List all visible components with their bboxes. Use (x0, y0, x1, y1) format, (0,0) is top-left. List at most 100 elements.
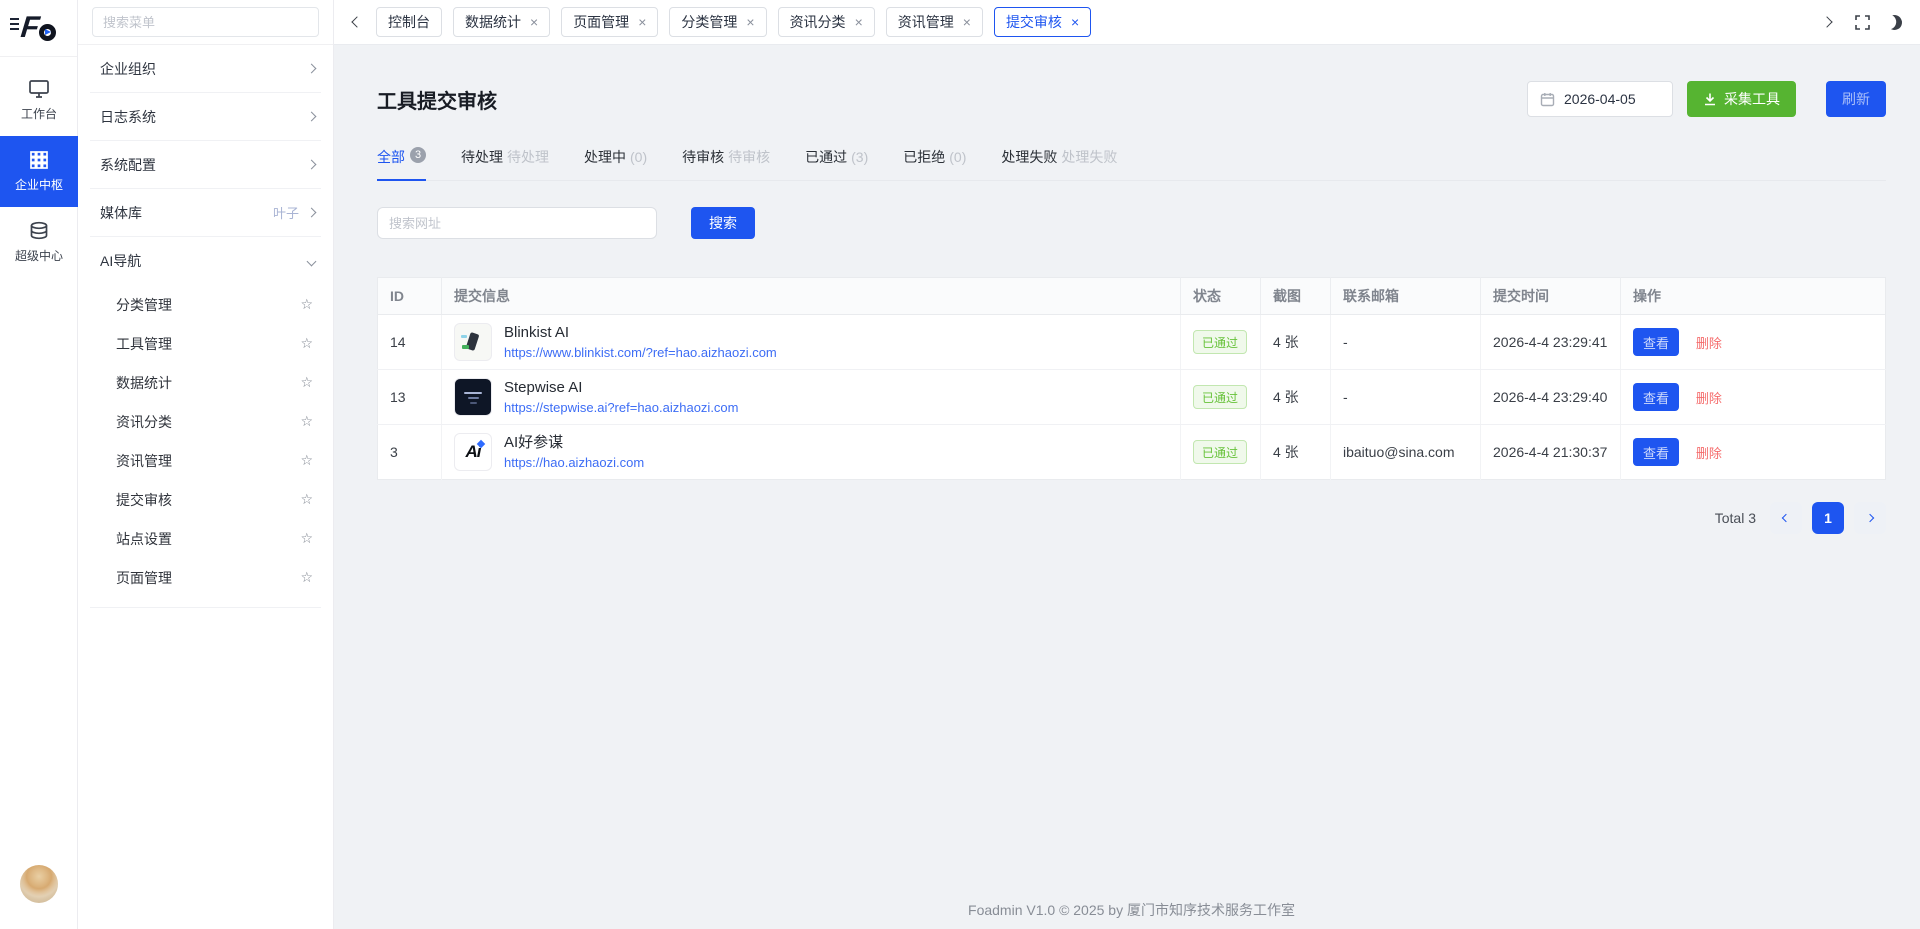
tabs-scroll-right-button[interactable] (1816, 8, 1838, 36)
menu-list: 企业组织 日志系统 系统配置 媒体库 叶子 AI导航 (78, 45, 333, 608)
tab-news-category[interactable]: 资讯分类 × (778, 7, 875, 37)
download-icon (1703, 92, 1717, 106)
status-filter-tabs: 全部3 待处理待处理 处理中(0) 待审核待审核 已通过(3) 已拒绝(0) (377, 147, 1886, 181)
tool-url-link[interactable]: https://stepwise.ai?ref=hao.aizhaozi.com (504, 400, 739, 415)
cell-screenshots: 4 张 (1261, 315, 1331, 370)
menu-item-site-settings[interactable]: 站点设置 ☆ (90, 519, 321, 558)
date-value: 2026-04-05 (1564, 91, 1636, 107)
user-avatar[interactable] (20, 865, 58, 903)
tab-console[interactable]: 控制台 (376, 7, 442, 37)
tab-label: 提交审核 (1006, 12, 1062, 32)
submenu-item-label: 资讯分类 (116, 412, 172, 432)
col-header-email: 联系邮箱 (1331, 278, 1481, 315)
col-header-status: 状态 (1181, 278, 1261, 315)
main-area: 控制台 数据统计 × 页面管理 × 分类管理 × 资讯分类 × (334, 0, 1920, 929)
filter-tab-all[interactable]: 全部3 (377, 147, 426, 180)
tool-url-link[interactable]: https://hao.aizhaozi.com (504, 455, 644, 470)
star-icon[interactable]: ☆ (300, 375, 313, 391)
filter-tab-approved[interactable]: 已通过(3) (805, 147, 868, 180)
page-number-button[interactable]: 1 (1812, 502, 1844, 534)
close-icon[interactable]: × (746, 15, 754, 29)
view-button[interactable]: 查看 (1633, 438, 1679, 466)
filter-tab-rejected[interactable]: 已拒绝(0) (903, 147, 966, 180)
chevron-right-icon (1821, 16, 1832, 27)
tab-label: 数据统计 (465, 12, 521, 32)
close-icon[interactable]: × (530, 15, 538, 29)
date-picker[interactable]: 2026-04-05 (1527, 81, 1673, 117)
menu-item-news-category[interactable]: 资讯分类 ☆ (90, 402, 321, 441)
tab-news-mgmt[interactable]: 资讯管理 × (886, 7, 983, 37)
tool-thumbnail: Ai (454, 433, 492, 471)
cell-id: 13 (378, 370, 442, 425)
tabs-scroll-left-button[interactable] (346, 8, 368, 36)
menu-item-data-stats[interactable]: 数据统计 ☆ (90, 363, 321, 402)
menu-search-input[interactable] (92, 7, 319, 37)
pagination: Total 3 1 (377, 502, 1886, 534)
app-logo[interactable]: F (0, 0, 77, 57)
menu-item-tool-mgmt[interactable]: 工具管理 ☆ (90, 324, 321, 363)
filter-tab-processing[interactable]: 处理中(0) (584, 147, 647, 180)
chevron-left-icon (351, 16, 362, 27)
star-icon[interactable]: ☆ (300, 414, 313, 430)
dark-mode-moon-icon[interactable] (1885, 12, 1905, 32)
col-header-submission-info: 提交信息 (442, 278, 1181, 315)
cell-submit-time: 2026-4-4 23:29:41 (1481, 315, 1621, 370)
view-button[interactable]: 查看 (1633, 383, 1679, 411)
menu-item-log-system[interactable]: 日志系统 (90, 93, 321, 141)
delete-link[interactable]: 删除 (1696, 391, 1722, 406)
filter-tab-pending[interactable]: 待处理待处理 (461, 147, 549, 180)
collect-tools-button[interactable]: 采集工具 (1687, 81, 1796, 117)
menu-item-label: 系统配置 (100, 155, 156, 175)
prev-page-button[interactable] (1770, 502, 1802, 534)
tool-url-link[interactable]: https://www.blinkist.com/?ref=hao.aizhao… (504, 345, 777, 360)
star-icon[interactable]: ☆ (300, 336, 313, 352)
tab-label: 分类管理 (681, 12, 737, 32)
close-icon[interactable]: × (638, 15, 646, 29)
close-icon[interactable]: × (963, 15, 971, 29)
next-page-button[interactable] (1854, 502, 1886, 534)
filter-tab-failed[interactable]: 处理失败处理失败 (1001, 147, 1117, 180)
tool-name: AI好参谋 (504, 434, 644, 453)
refresh-button[interactable]: 刷新 (1826, 81, 1886, 117)
cell-email: - (1331, 370, 1481, 425)
menu-item-category-mgmt[interactable]: 分类管理 ☆ (90, 285, 321, 324)
page-title: 工具提交审核 (377, 85, 497, 114)
url-search-input[interactable] (377, 207, 657, 239)
filter-tab-awaiting-review[interactable]: 待审核待审核 (682, 147, 770, 180)
star-icon[interactable]: ☆ (300, 492, 313, 508)
sidebar-item-enterprise-hub[interactable]: 企业中枢 (0, 136, 78, 207)
grid-icon (29, 150, 49, 170)
menu-item-enterprise-org[interactable]: 企业组织 (90, 45, 321, 93)
tab-label: 控制台 (388, 12, 430, 32)
star-icon[interactable]: ☆ (300, 297, 313, 313)
menu-item-system-config[interactable]: 系统配置 (90, 141, 321, 189)
search-button[interactable]: 搜索 (691, 207, 755, 239)
icon-sidebar: F 工作台 企业中枢 (0, 0, 78, 929)
star-icon[interactable]: ☆ (300, 531, 313, 547)
sidebar-item-label: 超级中心 (15, 247, 63, 264)
view-button[interactable]: 查看 (1633, 328, 1679, 356)
close-icon[interactable]: × (855, 15, 863, 29)
menu-item-news-mgmt[interactable]: 资讯管理 ☆ (90, 441, 321, 480)
menu-item-page-mgmt[interactable]: 页面管理 ☆ (90, 558, 321, 597)
star-icon[interactable]: ☆ (300, 453, 313, 469)
star-icon[interactable]: ☆ (300, 570, 313, 586)
sidebar-item-workbench[interactable]: 工作台 (0, 65, 78, 136)
delete-link[interactable]: 删除 (1696, 336, 1722, 351)
menu-item-media-library[interactable]: 媒体库 叶子 (90, 189, 321, 237)
close-icon[interactable]: × (1071, 15, 1079, 29)
tab-page-mgmt[interactable]: 页面管理 × (561, 7, 658, 37)
sidebar-item-super-center[interactable]: 超级中心 (0, 207, 78, 278)
tab-category-mgmt[interactable]: 分类管理 × (669, 7, 766, 37)
monitor-icon (28, 79, 50, 99)
menu-divider (90, 607, 321, 608)
menu-item-submission-review[interactable]: 提交审核 ☆ (90, 480, 321, 519)
cell-submit-time: 2026-4-4 21:30:37 (1481, 425, 1621, 480)
menu-item-ai-nav[interactable]: AI导航 (90, 237, 321, 285)
col-header-actions: 操作 (1621, 278, 1886, 315)
submissions-table: ID 提交信息 状态 截图 联系邮箱 提交时间 操作 14 (377, 277, 1886, 480)
tab-data-stats[interactable]: 数据统计 × (453, 7, 550, 37)
delete-link[interactable]: 删除 (1696, 446, 1722, 461)
fullscreen-icon[interactable] (1855, 15, 1870, 30)
tab-submission-review[interactable]: 提交审核 × (994, 7, 1091, 37)
